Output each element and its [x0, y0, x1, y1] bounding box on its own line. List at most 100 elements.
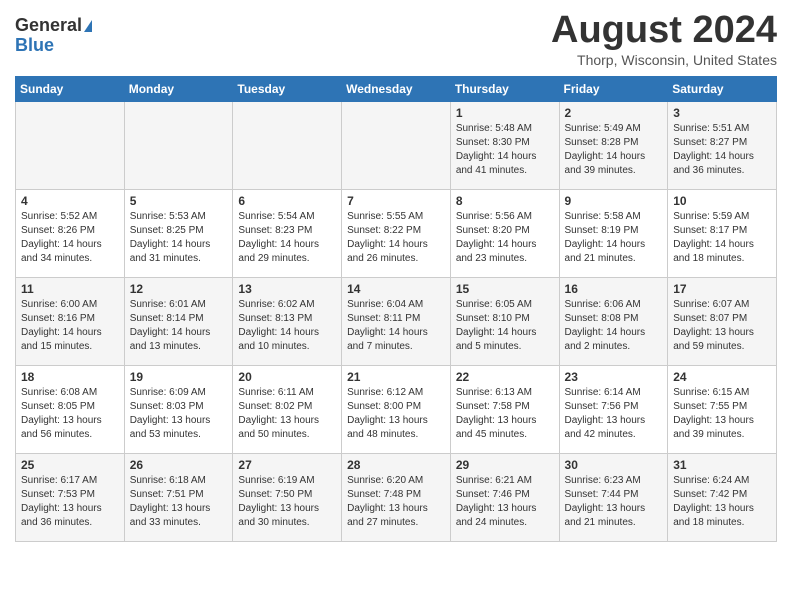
calendar-cell: 9 Sunrise: 5:58 AM Sunset: 8:19 PM Daylig… [559, 189, 668, 277]
calendar-cell: 29Sunrise: 6:21 AM Sunset: 7:46 PM Dayli… [450, 453, 559, 541]
calendar-cell: 21Sunrise: 6:12 AM Sunset: 8:00 PM Dayli… [342, 365, 451, 453]
date-number: 18 [21, 370, 119, 384]
date-number: 16 [565, 282, 663, 296]
cell-content: Sunrise: 6:00 AM Sunset: 8:16 PM Dayligh… [21, 298, 119, 354]
calendar-cell: 11Sunrise: 6:00 AM Sunset: 8:16 PM Dayli… [16, 277, 125, 365]
calendar-row: 18 Sunrise: 6:08 AM Sunset: 8:05 PM Dayli… [16, 365, 777, 453]
logo-blue: Blue [15, 35, 54, 55]
calendar-cell: 30Sunrise: 6:23 AM Sunset: 7:44 PM Dayli… [559, 453, 668, 541]
calendar-cell: 17 Sunrise: 6:07 AM Sunset: 8:07 PM Dayli… [668, 277, 777, 365]
cell-content: Sunrise: 6:11 AM Sunset: 8:02 PM Dayligh… [238, 386, 336, 442]
cell-content: Sunrise: 6:07 AM Sunset: 8:07 PM Dayligh… [673, 298, 771, 354]
calendar-cell: 8 Sunrise: 5:56 AM Sunset: 8:20 PM Daylig… [450, 189, 559, 277]
date-number: 24 [673, 370, 771, 384]
cell-content: Sunrise: 5:54 AM Sunset: 8:23 PM Dayligh… [238, 210, 336, 266]
date-number: 9 [565, 194, 663, 208]
cell-content: Sunrise: 5:59 AM Sunset: 8:17 PM Dayligh… [673, 210, 771, 266]
date-number: 4 [21, 194, 119, 208]
calendar-row: 25 Sunrise: 6:17 AM Sunset: 7:53 PM Dayli… [16, 453, 777, 541]
calendar-cell: 25 Sunrise: 6:17 AM Sunset: 7:53 PM Dayli… [16, 453, 125, 541]
date-number: 13 [238, 282, 336, 296]
date-number: 30 [565, 458, 663, 472]
location: Thorp, Wisconsin, United States [551, 52, 777, 68]
date-number: 5 [130, 194, 228, 208]
logo-triangle-icon [84, 20, 92, 32]
header: General Blue August 2024 Thorp, Wisconsi… [15, 10, 777, 68]
cell-content: Sunrise: 5:48 AM Sunset: 8:30 PM Dayligh… [456, 122, 554, 178]
calendar-cell: 1 Sunrise: 5:48 AM Sunset: 8:30 PM Daylig… [450, 101, 559, 189]
cell-content: Sunrise: 6:20 AM Sunset: 7:48 PM Dayligh… [347, 474, 445, 530]
date-number: 31 [673, 458, 771, 472]
cell-content: Sunrise: 6:15 AM Sunset: 7:55 PM Dayligh… [673, 386, 771, 442]
calendar-cell: 19Sunrise: 6:09 AM Sunset: 8:03 PM Dayli… [124, 365, 233, 453]
logo: General Blue [15, 16, 92, 56]
cell-content: Sunrise: 5:53 AM Sunset: 8:25 PM Dayligh… [130, 210, 228, 266]
calendar-cell: 15 Sunrise: 6:05 AM Sunset: 8:10 PM Dayli… [450, 277, 559, 365]
cell-content: Sunrise: 5:56 AM Sunset: 8:20 PM Dayligh… [456, 210, 554, 266]
weekday-header-thursday: Thursday [450, 76, 559, 101]
cell-content: Sunrise: 6:09 AM Sunset: 8:03 PM Dayligh… [130, 386, 228, 442]
date-number: 22 [456, 370, 554, 384]
calendar-table: SundayMondayTuesdayWednesdayThursdayFrid… [15, 76, 777, 542]
calendar-cell: 6 Sunrise: 5:54 AM Sunset: 8:23 PM Daylig… [233, 189, 342, 277]
cell-content: Sunrise: 6:17 AM Sunset: 7:53 PM Dayligh… [21, 474, 119, 530]
cell-content: Sunrise: 5:58 AM Sunset: 8:19 PM Dayligh… [565, 210, 663, 266]
cell-content: Sunrise: 6:12 AM Sunset: 8:00 PM Dayligh… [347, 386, 445, 442]
date-number: 15 [456, 282, 554, 296]
date-number: 26 [130, 458, 228, 472]
calendar-cell: 3Sunrise: 5:51 AM Sunset: 8:27 PM Daylig… [668, 101, 777, 189]
calendar-cell: 5 Sunrise: 5:53 AM Sunset: 8:25 PM Daylig… [124, 189, 233, 277]
calendar-cell [16, 101, 125, 189]
date-number: 27 [238, 458, 336, 472]
cell-content: Sunrise: 6:19 AM Sunset: 7:50 PM Dayligh… [238, 474, 336, 530]
cell-content: Sunrise: 6:24 AM Sunset: 7:42 PM Dayligh… [673, 474, 771, 530]
calendar-cell: 28 Sunrise: 6:20 AM Sunset: 7:48 PM Dayli… [342, 453, 451, 541]
date-number: 1 [456, 106, 554, 120]
calendar-cell: 24 Sunrise: 6:15 AM Sunset: 7:55 PM Dayli… [668, 365, 777, 453]
cell-content: Sunrise: 5:52 AM Sunset: 8:26 PM Dayligh… [21, 210, 119, 266]
weekday-header-saturday: Saturday [668, 76, 777, 101]
weekday-header-tuesday: Tuesday [233, 76, 342, 101]
cell-content: Sunrise: 5:55 AM Sunset: 8:22 PM Dayligh… [347, 210, 445, 266]
date-number: 17 [673, 282, 771, 296]
date-number: 7 [347, 194, 445, 208]
calendar-cell [124, 101, 233, 189]
cell-content: Sunrise: 6:04 AM Sunset: 8:11 PM Dayligh… [347, 298, 445, 354]
calendar-cell: 20 Sunrise: 6:11 AM Sunset: 8:02 PM Dayli… [233, 365, 342, 453]
cell-content: Sunrise: 6:06 AM Sunset: 8:08 PM Dayligh… [565, 298, 663, 354]
month-title: August 2024 [551, 10, 777, 52]
calendar-cell: 10 Sunrise: 5:59 AM Sunset: 8:17 PM Dayli… [668, 189, 777, 277]
date-number: 28 [347, 458, 445, 472]
calendar-cell: 27 Sunrise: 6:19 AM Sunset: 7:50 PM Dayli… [233, 453, 342, 541]
date-number: 20 [238, 370, 336, 384]
calendar-cell: 22Sunrise: 6:13 AM Sunset: 7:58 PM Dayli… [450, 365, 559, 453]
cell-content: Sunrise: 6:01 AM Sunset: 8:14 PM Dayligh… [130, 298, 228, 354]
calendar-cell: 16 Sunrise: 6:06 AM Sunset: 8:08 PM Dayli… [559, 277, 668, 365]
cell-content: Sunrise: 5:49 AM Sunset: 8:28 PM Dayligh… [565, 122, 663, 178]
logo-general: General [15, 15, 82, 35]
date-number: 14 [347, 282, 445, 296]
calendar-cell: 4 Sunrise: 5:52 AM Sunset: 8:26 PM Daylig… [16, 189, 125, 277]
calendar-cell: 13 Sunrise: 6:02 AM Sunset: 8:13 PM Dayli… [233, 277, 342, 365]
title-block: August 2024 Thorp, Wisconsin, United Sta… [551, 10, 777, 68]
date-number: 12 [130, 282, 228, 296]
cell-content: Sunrise: 6:14 AM Sunset: 7:56 PM Dayligh… [565, 386, 663, 442]
calendar-cell: 31 Sunrise: 6:24 AM Sunset: 7:42 PM Dayli… [668, 453, 777, 541]
cell-content: Sunrise: 6:02 AM Sunset: 8:13 PM Dayligh… [238, 298, 336, 354]
cell-content: Sunrise: 6:08 AM Sunset: 8:05 PM Dayligh… [21, 386, 119, 442]
weekday-header-friday: Friday [559, 76, 668, 101]
weekday-header-monday: Monday [124, 76, 233, 101]
calendar-cell: 2Sunrise: 5:49 AM Sunset: 8:28 PM Daylig… [559, 101, 668, 189]
calendar-cell [233, 101, 342, 189]
date-number: 25 [21, 458, 119, 472]
calendar-cell: 12 Sunrise: 6:01 AM Sunset: 8:14 PM Dayli… [124, 277, 233, 365]
weekday-header-wednesday: Wednesday [342, 76, 451, 101]
date-number: 10 [673, 194, 771, 208]
header-row: SundayMondayTuesdayWednesdayThursdayFrid… [16, 76, 777, 101]
date-number: 8 [456, 194, 554, 208]
date-number: 6 [238, 194, 336, 208]
calendar-cell [342, 101, 451, 189]
cell-content: Sunrise: 6:05 AM Sunset: 8:10 PM Dayligh… [456, 298, 554, 354]
calendar-cell: 26Sunrise: 6:18 AM Sunset: 7:51 PM Dayli… [124, 453, 233, 541]
calendar-cell: 18 Sunrise: 6:08 AM Sunset: 8:05 PM Dayli… [16, 365, 125, 453]
